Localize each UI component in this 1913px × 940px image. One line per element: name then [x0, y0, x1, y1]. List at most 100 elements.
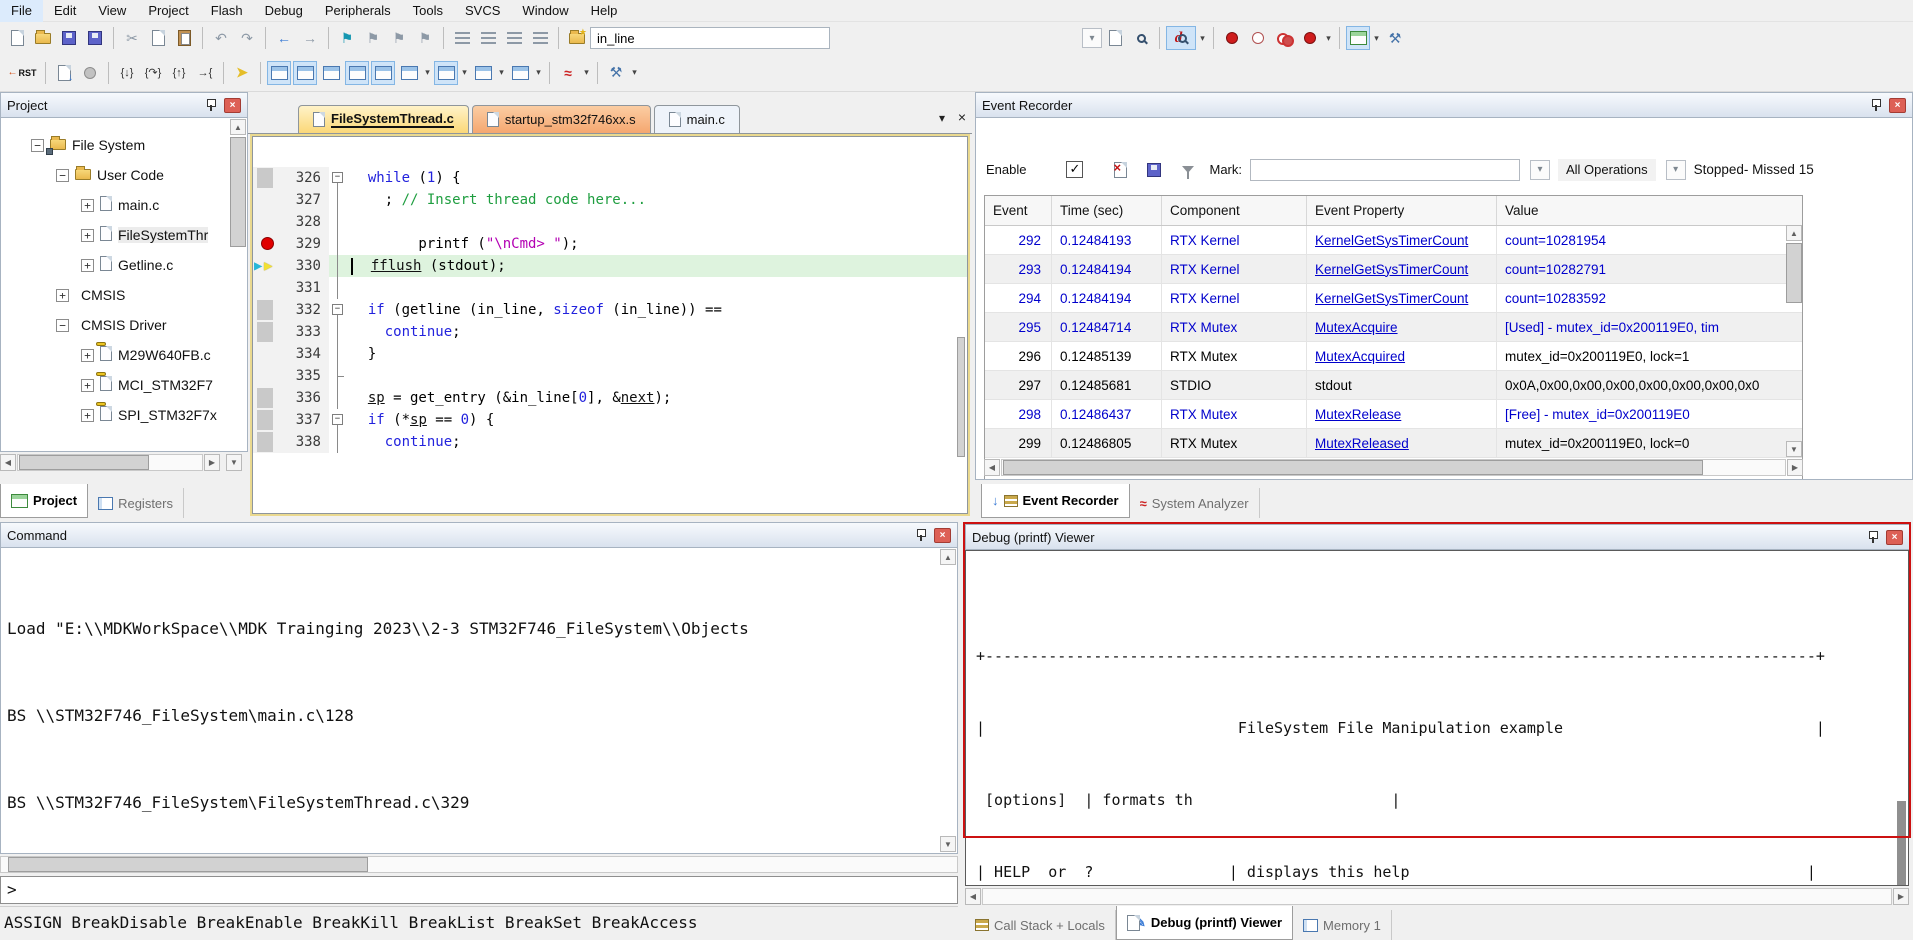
breakpoint-margin[interactable] — [253, 211, 283, 233]
tab-startup-stm32f746xx-s[interactable]: startup_stm32f746xx.s — [472, 105, 651, 133]
redo-button[interactable]: ↷ — [235, 26, 259, 50]
fold-column[interactable]: − — [329, 167, 347, 189]
find-button[interactable] — [1103, 26, 1127, 50]
event-row-294[interactable]: 2940.12484194RTX KernelKernelGetSysTimer… — [985, 284, 1802, 313]
event-property-link[interactable]: KernelGetSysTimerCount — [1315, 262, 1468, 277]
event-row-295[interactable]: 2950.12484714RTX MutexMutexAcquire[Used]… — [985, 313, 1802, 342]
command-close-button[interactable]: × — [934, 528, 951, 543]
breakpoint-icon[interactable] — [261, 237, 274, 250]
enable-disable-breakpoint-button[interactable] — [1246, 26, 1270, 50]
debug-viewer-close-button[interactable]: × — [1886, 530, 1903, 545]
event-property-link[interactable]: KernelGetSysTimerCount — [1315, 233, 1468, 248]
scroll-up-button[interactable]: ▲ — [230, 119, 246, 135]
menu-flash[interactable]: Flash — [200, 0, 254, 22]
toolbox-dropdown-button[interactable]: ▾ — [629, 67, 640, 78]
step-button[interactable]: {↓} — [115, 61, 139, 85]
expand-icon[interactable]: + — [56, 289, 69, 302]
serial-windows-button[interactable] — [471, 61, 495, 85]
find-in-files-button[interactable]: ★ — [565, 26, 589, 50]
system-analyzer-button[interactable]: ≈ — [556, 61, 580, 85]
code-line-327[interactable]: 327 ; // Insert thread code here... — [253, 189, 967, 211]
tab-filesystemthread-c[interactable]: FileSystemThread.c — [298, 105, 469, 133]
code-line-332[interactable]: 332 − if (getline (in_line, sizeof (in_l… — [253, 299, 967, 321]
code-line-335[interactable]: 335 — [253, 365, 967, 387]
breakpoint-margin[interactable]: ▶▶ — [253, 255, 283, 277]
watch-windows-button[interactable] — [397, 61, 421, 85]
tree-item-getline-c[interactable]: + Getline.c — [1, 250, 247, 280]
scroll-right-button[interactable]: ▶ — [1787, 459, 1803, 476]
event-property-link[interactable]: MutexAcquired — [1315, 349, 1405, 364]
event-property-link[interactable]: MutexRelease — [1315, 407, 1401, 422]
mark-input[interactable] — [1250, 159, 1520, 181]
scroll-right-button[interactable]: ▶ — [1893, 888, 1909, 905]
reset-button[interactable]: ←RST — [5, 61, 39, 85]
tab-registers[interactable]: Registers — [88, 488, 184, 518]
symbols-window-button[interactable] — [319, 61, 343, 85]
event-property-link[interactable]: KernelGetSysTimerCount — [1315, 291, 1468, 306]
step-out-button[interactable]: {↑} — [167, 61, 191, 85]
cut-button[interactable]: ✂ — [120, 26, 144, 50]
save-button[interactable] — [57, 26, 81, 50]
system-analyzer-dropdown-button[interactable]: ▾ — [581, 67, 592, 78]
event-row-293[interactable]: 2930.12484194RTX KernelKernelGetSysTimer… — [985, 255, 1802, 284]
registers-window-button[interactable] — [345, 61, 369, 85]
clear-events-button[interactable]: × — [1108, 158, 1132, 182]
scroll-thumb[interactable] — [8, 857, 368, 872]
scroll-down-button[interactable]: ▼ — [940, 836, 956, 852]
tab-system-analyzer[interactable]: ≈ System Analyzer — [1130, 488, 1260, 518]
operations-dropdown-button[interactable]: ▾ — [1666, 160, 1686, 180]
navigate-back-button[interactable]: ← — [272, 26, 296, 50]
clear-bookmarks-button[interactable]: ⚑ — [413, 26, 437, 50]
enable-checkbox[interactable]: ✓ — [1066, 161, 1083, 178]
tree-item-filesystemthread-c[interactable]: + FileSystemThr — [1, 220, 247, 250]
column-value[interactable]: Value — [1497, 196, 1802, 225]
project-tree-vscrollbar[interactable]: ▲ — [230, 119, 246, 450]
breakpoint-margin[interactable] — [253, 321, 283, 343]
column-event-property[interactable]: Event Property — [1307, 196, 1497, 225]
step-over-button[interactable]: {↷} — [141, 61, 165, 85]
operations-filter-value[interactable]: All Operations — [1558, 159, 1656, 181]
command-window-button[interactable] — [267, 61, 291, 85]
tree-item-user-code[interactable]: − User Code — [1, 160, 247, 190]
paste-button[interactable] — [172, 26, 196, 50]
menu-debug[interactable]: Debug — [254, 0, 314, 22]
tab-list-dropdown-button[interactable]: ▾ — [932, 111, 952, 125]
configure-target-button[interactable]: ⚒ — [1383, 26, 1407, 50]
uncomment-button[interactable] — [528, 26, 552, 50]
expand-icon[interactable]: + — [81, 229, 94, 242]
breakpoint-margin[interactable] — [253, 387, 283, 409]
stop-button[interactable] — [78, 61, 102, 85]
scroll-thumb[interactable] — [1003, 460, 1703, 475]
scroll-right-button[interactable]: ▶ — [204, 454, 220, 471]
tab-call-stack-locals[interactable]: Call Stack + Locals — [965, 910, 1116, 940]
toolbox-button[interactable]: ⚒ — [604, 61, 628, 85]
start-stop-debug-button[interactable]: d — [1166, 26, 1196, 50]
expand-icon[interactable]: + — [81, 259, 94, 272]
debug-dropdown-button[interactable]: ▾ — [1197, 33, 1208, 44]
filter-button[interactable] — [1176, 158, 1200, 182]
breakpoint-margin[interactable] — [253, 365, 283, 387]
insert-bookmark-button[interactable]: ⚑ — [335, 26, 359, 50]
event-row-292[interactable]: 2920.12484193RTX KernelKernelGetSysTimer… — [985, 226, 1802, 255]
tab-event-recorder[interactable]: ↓ Event Recorder — [981, 484, 1130, 518]
command-input-line[interactable]: > — [0, 876, 958, 904]
save-all-button[interactable] — [83, 26, 107, 50]
pin-icon[interactable] — [1869, 98, 1883, 112]
run-to-cursor-button[interactable]: →{ — [193, 61, 217, 85]
scroll-thumb[interactable] — [19, 455, 149, 470]
serial-dropdown-button[interactable]: ▾ — [496, 67, 507, 78]
breakpoints-dropdown-button[interactable]: ▾ — [1323, 33, 1334, 44]
menu-file[interactable]: File — [0, 0, 43, 22]
copy-button[interactable] — [146, 26, 170, 50]
pin-icon[interactable] — [204, 98, 218, 112]
next-bookmark-button[interactable]: ⚑ — [387, 26, 411, 50]
tab-project[interactable]: Project — [0, 484, 88, 518]
mark-dropdown-button[interactable]: ▾ — [1530, 160, 1550, 180]
scroll-left-button[interactable]: ◀ — [965, 888, 981, 905]
open-file-button[interactable] — [31, 26, 55, 50]
breakpoint-margin[interactable] — [253, 299, 283, 321]
code-line-326[interactable]: 326 − while (1) { — [253, 167, 967, 189]
scroll-left-button[interactable]: ◀ — [984, 459, 1000, 476]
find-dropdown-button[interactable]: ▾ — [1082, 28, 1102, 48]
tree-item-main-c[interactable]: + main.c — [1, 190, 247, 220]
